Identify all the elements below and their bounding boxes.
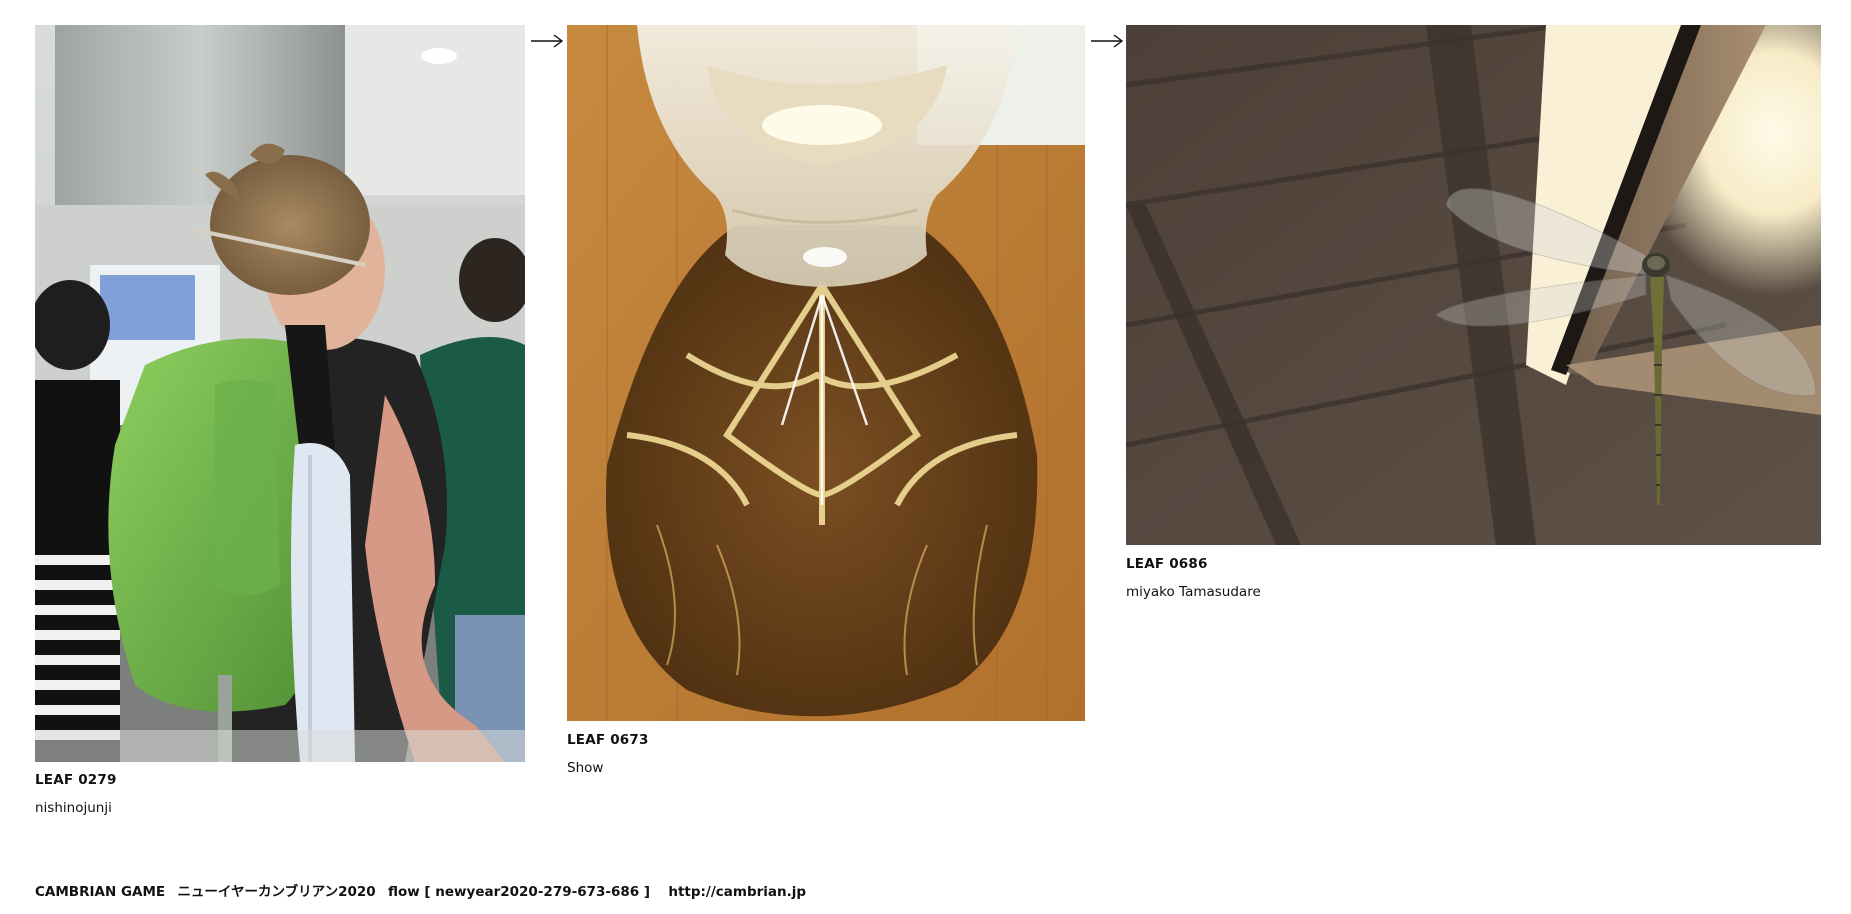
event-name[interactable]: ニューイヤーカンブリアン2020: [177, 884, 375, 900]
dragonfly-photo-image: [1126, 25, 1821, 545]
leaf-id-label: LEAF 0279: [35, 772, 117, 788]
leaf-photo-0673[interactable]: [567, 25, 1085, 721]
leaf-author-link[interactable]: nishinojunji: [35, 800, 112, 816]
leaf-photo-0279[interactable]: [35, 25, 525, 762]
right-arrow-icon: [1090, 34, 1124, 48]
leaf-photo-0686[interactable]: [1126, 25, 1821, 545]
glass-caustic-photo-image: [567, 25, 1085, 721]
flow-identifier: flow [ newyear2020-279-673-686 ]: [387, 884, 651, 900]
leaf-author-link[interactable]: miyako Tamasudare: [1126, 584, 1261, 600]
site-url-link[interactable]: http://cambrian.jp: [668, 884, 806, 900]
leaf-id-label: LEAF 0686: [1126, 556, 1208, 572]
game-title[interactable]: CAMBRIAN GAME: [35, 884, 165, 900]
backpacker-photo-image: [35, 25, 525, 762]
leaf-author-link[interactable]: Show: [567, 760, 603, 776]
footer-bar: CAMBRIAN GAME ニューイヤーカンブリアン2020 flow [ ne…: [35, 880, 814, 900]
leaf-id-label: LEAF 0673: [567, 732, 649, 748]
right-arrow-icon: [530, 34, 564, 48]
